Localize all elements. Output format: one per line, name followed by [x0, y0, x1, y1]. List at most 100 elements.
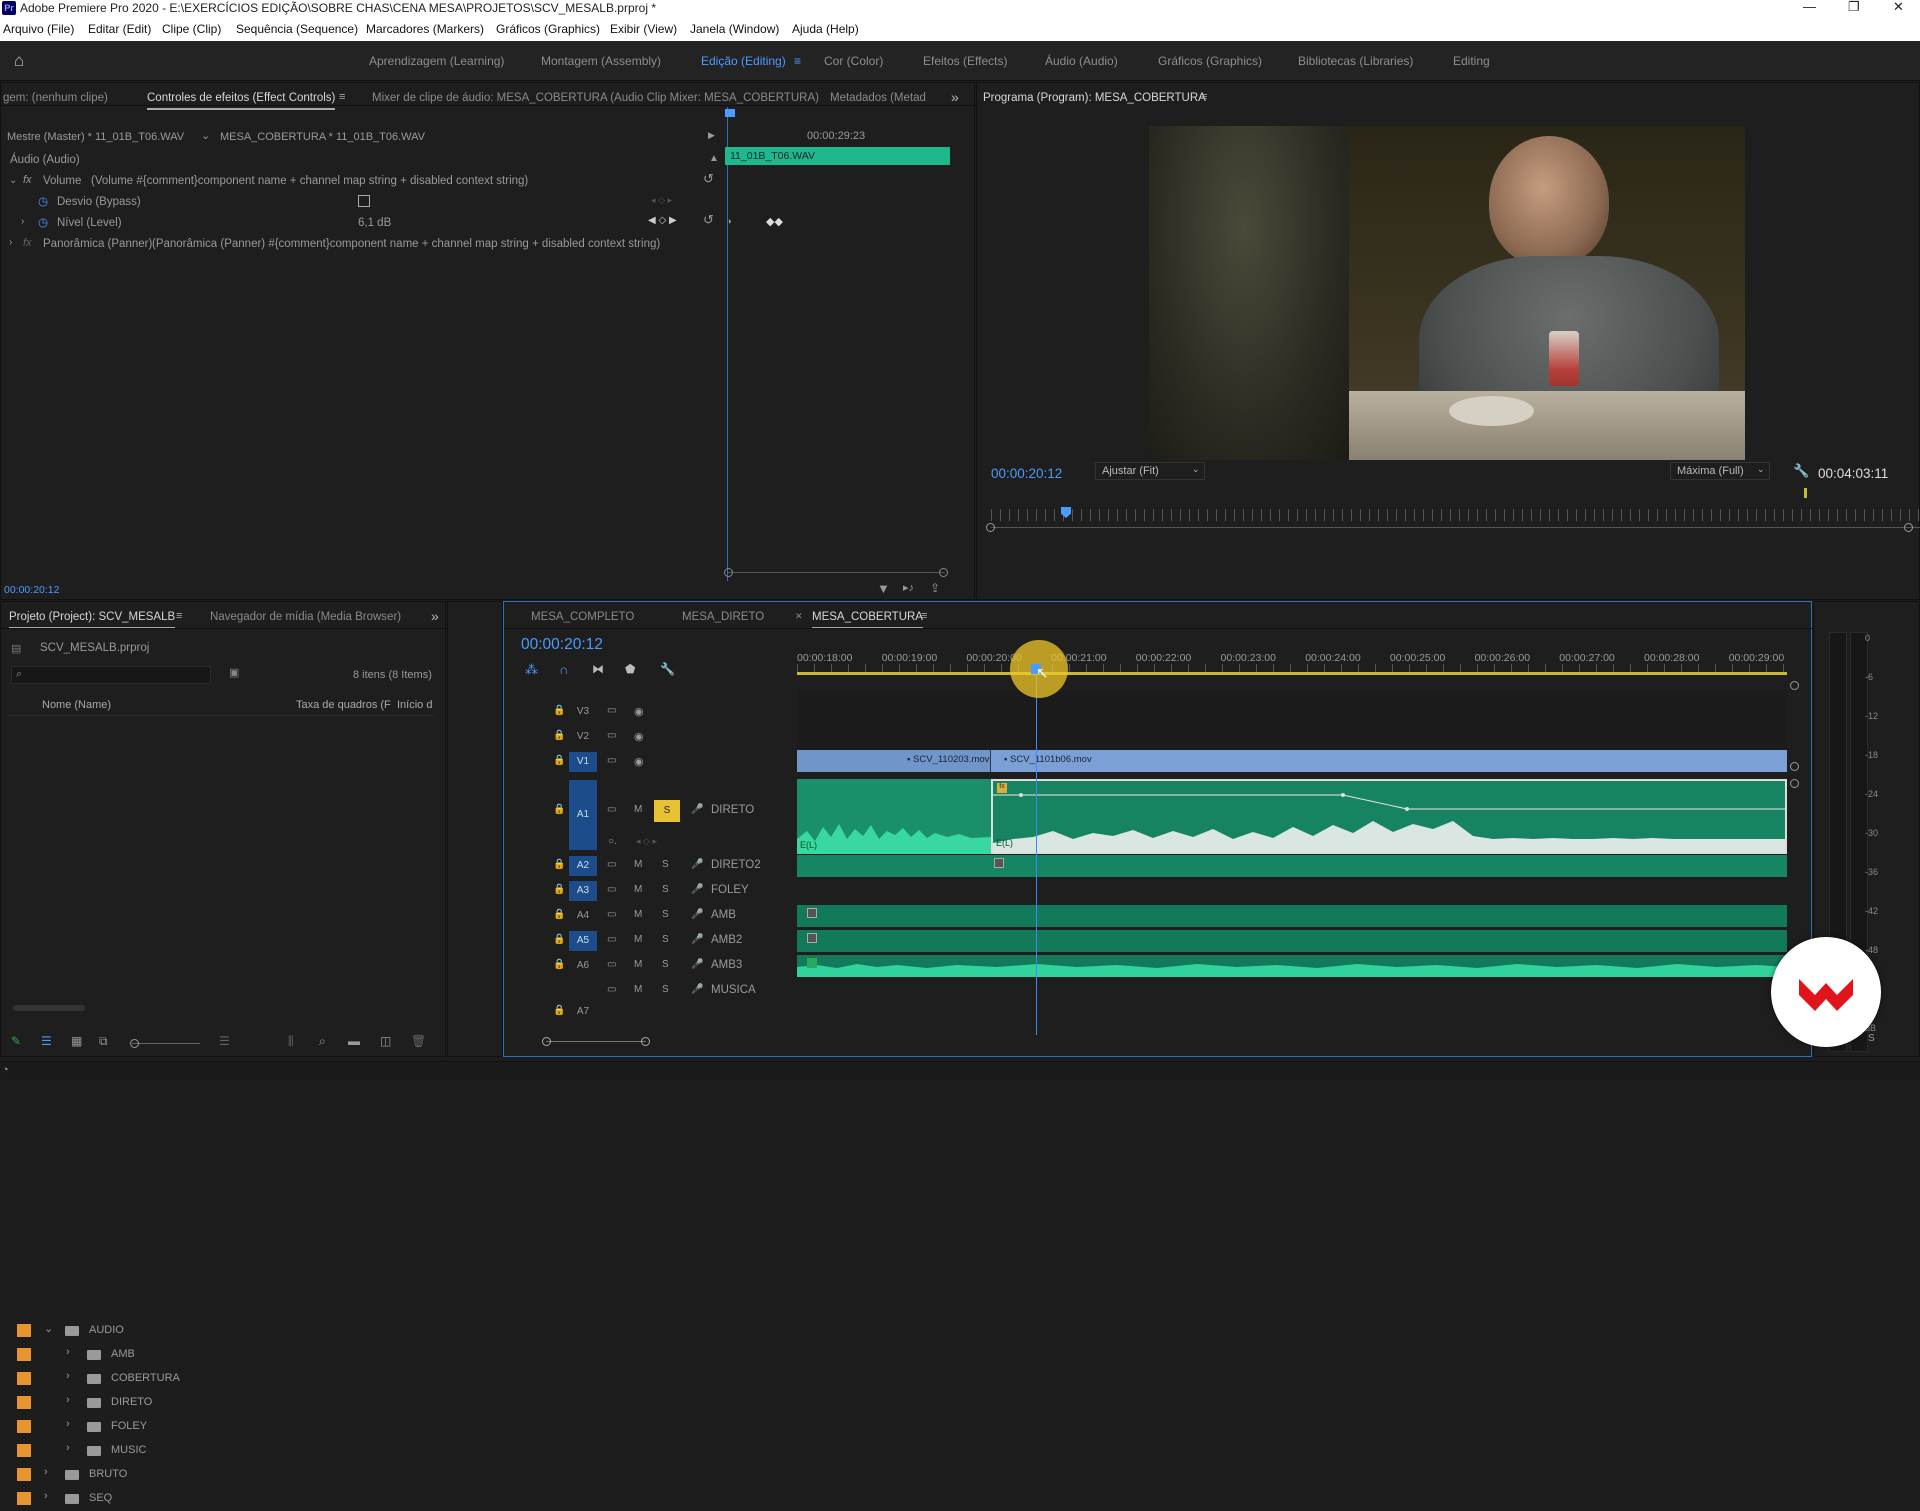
keyframe-toggle-icon[interactable]: ○. — [608, 836, 617, 847]
snap-magnet-icon[interactable]: ∩ — [559, 662, 568, 677]
menu-help[interactable]: Ajuda (Help) — [792, 22, 859, 36]
tab-mesa-cobertura[interactable]: MESA_COBERTURA — [812, 611, 923, 629]
mute-button[interactable]: M — [634, 884, 642, 895]
zoom-handle-left[interactable] — [542, 1037, 551, 1046]
eye-icon[interactable]: ◉ — [634, 730, 644, 743]
label-color-swatch[interactable] — [17, 1420, 31, 1433]
zoom-handle-left[interactable] — [724, 568, 733, 577]
tab-mesa-completo[interactable]: MESA_COMPLETO — [531, 611, 634, 623]
chevron-right-icon[interactable]: › — [21, 216, 24, 227]
track-target-v1[interactable]: V1 — [569, 752, 597, 772]
mic-icon[interactable]: 🎤 — [691, 959, 703, 970]
keyframe-icon[interactable]: ◗ — [727, 216, 732, 226]
sequence-clip-label[interactable]: MESA_COBERTURA * 11_01B_T06.WAV — [220, 131, 425, 143]
lock-icon[interactable]: 🔒 — [553, 959, 565, 970]
playhead-line[interactable] — [727, 107, 728, 581]
lock-icon[interactable]: 🔒 — [553, 755, 565, 766]
bin-name[interactable]: MUSIC — [111, 1444, 146, 1456]
panel-menu-icon[interactable]: ≡ — [176, 610, 182, 622]
minimize-icon[interactable]: — — [1803, 0, 1816, 14]
sync-lock-icon[interactable]: ▭ — [607, 984, 616, 995]
trash-icon[interactable]: 🗑 — [411, 1034, 426, 1048]
fit-dropdown[interactable]: Ajustar (Fit) ⌄ — [1095, 462, 1205, 480]
effect-controls-timecode[interactable]: 00:00:20:12 — [4, 584, 59, 596]
solo-button[interactable]: S — [662, 859, 669, 870]
wrench-icon[interactable]: 🔧 — [660, 662, 675, 676]
audio-clip-a5[interactable] — [797, 930, 1787, 952]
mute-button[interactable]: M — [634, 804, 642, 815]
label-color-swatch[interactable] — [17, 1396, 31, 1409]
workspace-editing[interactable]: Edição (Editing) — [701, 54, 786, 68]
track-name[interactable]: MUSICA — [711, 984, 756, 996]
lock-icon[interactable]: 🔒 — [553, 1005, 565, 1016]
chevron-right-icon[interactable]: › — [66, 1346, 70, 1358]
project-bin-row[interactable]: › DIRETO — [9, 1391, 434, 1415]
close-icon[interactable]: ✕ — [1893, 0, 1904, 15]
keyframe-pair-icon[interactable]: ◆◆ — [766, 215, 783, 228]
track-name[interactable]: AMB3 — [711, 959, 742, 971]
lock-icon[interactable]: 🔒 — [553, 909, 565, 920]
column-name-header[interactable]: Nome (Name) — [42, 699, 111, 711]
project-bin-row[interactable]: › SEQ — [9, 1487, 434, 1511]
tab-project[interactable]: Projeto (Project): SCV_MESALB — [9, 611, 176, 629]
sync-lock-icon[interactable]: ▭ — [607, 859, 616, 870]
chevron-right-icon[interactable]: › — [66, 1394, 70, 1406]
solo-button[interactable]: S — [662, 884, 669, 895]
tab-program[interactable]: Programa (Program): MESA_COBERTURA — [983, 92, 1206, 104]
tab-source[interactable]: gem: (nenhum clipe) — [3, 92, 108, 104]
mute-button[interactable]: M — [634, 859, 642, 870]
chevron-down-icon[interactable]: ⌄ — [44, 1322, 53, 1335]
sort-icon[interactable]: ☰ — [219, 1034, 230, 1048]
track-target-a2[interactable]: A2 — [569, 856, 597, 876]
wrench-icon[interactable]: 🔧 — [1793, 463, 1809, 479]
list-view-icon[interactable]: ☰ — [41, 1034, 52, 1048]
bin-name[interactable]: AMB — [111, 1348, 135, 1360]
chevron-expand-icon[interactable]: ⌄ — [9, 175, 17, 186]
scroll-up-icon[interactable]: ▲ — [709, 153, 719, 164]
chevron-right-icon[interactable]: › — [66, 1442, 70, 1454]
chevron-right-icon[interactable]: › — [9, 237, 12, 248]
track-target-a6[interactable]: A6 — [569, 956, 597, 976]
lock-icon[interactable]: 🔒 — [553, 804, 565, 815]
sync-lock-icon[interactable]: ▭ — [607, 884, 616, 895]
track-name[interactable]: AMB2 — [711, 934, 742, 946]
workspace-assembly[interactable]: Montagem (Assembly) — [541, 54, 661, 68]
keyframe-nav-icon[interactable]: ◀ ◇ ▶ — [648, 215, 677, 226]
new-folder-icon[interactable]: ▬ — [348, 1034, 360, 1048]
label-color-swatch[interactable] — [17, 1492, 31, 1505]
filter-icon[interactable]: ▼ — [877, 581, 890, 596]
playhead-marker[interactable] — [725, 109, 735, 117]
track-target-a7[interactable]: A7 — [569, 1002, 597, 1022]
linked-selection-icon[interactable]: ⧓ — [592, 662, 604, 676]
project-bin-row[interactable]: › FOLEY — [9, 1415, 434, 1439]
chevron-right-icon[interactable]: » — [951, 89, 959, 105]
panner-effect-label[interactable]: Panorâmica (Panner) — [43, 238, 152, 250]
workspace-graphics[interactable]: Gráficos (Graphics) — [1158, 54, 1262, 68]
audio-clip-a6[interactable] — [797, 955, 1787, 977]
play-audio-icon[interactable]: ▸♪ — [903, 581, 914, 594]
lock-icon[interactable]: 🔒 — [553, 934, 565, 945]
workspace-color[interactable]: Cor (Color) — [824, 54, 883, 68]
icon-view-icon[interactable]: ▦ — [71, 1034, 82, 1048]
track-resize-handle[interactable] — [1790, 779, 1799, 788]
sync-lock-icon[interactable]: ▭ — [607, 804, 616, 815]
bypass-checkbox[interactable] — [358, 195, 370, 207]
track-resize-handle[interactable] — [1790, 681, 1799, 690]
track-name[interactable]: FOLEY — [711, 884, 749, 896]
mic-icon[interactable]: 🎤 — [691, 859, 703, 870]
video-clip-1[interactable]: ▪ SCV_110203.mov — [797, 750, 991, 772]
video-frame[interactable] — [1149, 126, 1745, 460]
label-color-swatch[interactable] — [17, 1324, 31, 1337]
zoom-slider[interactable] — [132, 1043, 200, 1044]
quality-dropdown[interactable]: Máxima (Full) ⌄ — [1670, 462, 1770, 480]
mic-icon[interactable]: 🎤 — [691, 884, 703, 895]
automate-icon[interactable]: ⫼ — [288, 1034, 294, 1049]
eye-icon[interactable]: ◉ — [634, 705, 644, 718]
track-name[interactable]: DIRETO — [711, 804, 754, 816]
menu-markers[interactable]: Marcadores (Markers) — [366, 22, 484, 36]
pencil-icon[interactable]: ✎ — [11, 1034, 21, 1048]
timeline-ruler-ticks[interactable] — [797, 664, 1787, 672]
track-target-a4[interactable]: A4 — [569, 906, 597, 926]
bin-name[interactable]: FOLEY — [111, 1420, 147, 1432]
lock-icon[interactable]: 🔒 — [553, 730, 565, 741]
